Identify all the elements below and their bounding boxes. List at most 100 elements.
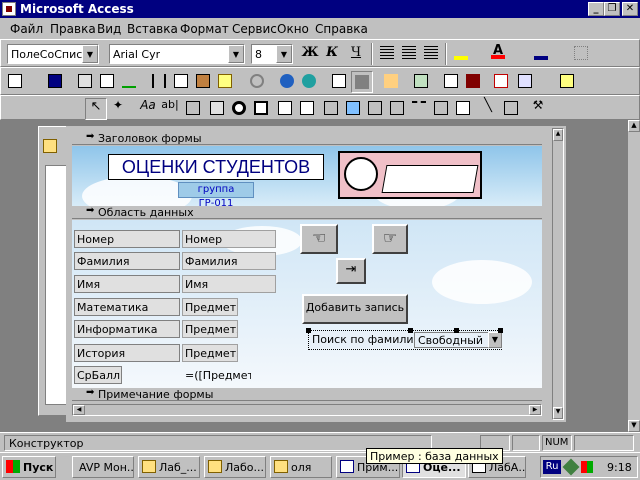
label-tool-icon[interactable]: Aa — [137, 98, 159, 120]
align-right-icon[interactable] — [421, 43, 443, 65]
field-subject3[interactable]: Предмет3 — [182, 344, 238, 362]
checkbox-icon[interactable] — [251, 98, 273, 120]
resize-handle[interactable] — [408, 328, 413, 333]
tray-icon[interactable] — [581, 461, 593, 473]
italic-button[interactable]: К — [321, 43, 343, 65]
more-controls-icon[interactable]: ⚒ — [527, 98, 549, 120]
menu-view[interactable]: Вид — [97, 22, 121, 36]
form-header-bar[interactable]: ➡ Заголовок формы — [72, 131, 542, 145]
chevron-down-icon[interactable]: ▼ — [228, 45, 244, 63]
resize-handle[interactable] — [306, 328, 311, 333]
database-window-icon[interactable] — [491, 71, 513, 93]
bound-object-icon[interactable] — [387, 98, 409, 120]
detail-section-bar[interactable]: ➡ Область данных — [72, 205, 542, 219]
unbound-object-icon[interactable] — [365, 98, 387, 120]
undo-icon[interactable] — [247, 71, 269, 93]
label-informatics[interactable]: Информатика — [74, 320, 180, 338]
task-olya[interactable]: оля — [270, 456, 332, 478]
form-vertical-scrollbar[interactable]: ▲ ▼ — [552, 128, 564, 420]
font-combo[interactable]: Arial Cyr ▼ — [109, 44, 245, 64]
menu-file[interactable]: Файл — [10, 22, 43, 36]
close-button[interactable]: ✕ — [622, 2, 638, 16]
build-icon[interactable] — [463, 71, 485, 93]
autoformat-icon[interactable] — [381, 71, 403, 93]
option-group-icon[interactable] — [183, 98, 205, 120]
font-size-combo[interactable]: 8 ▼ — [251, 44, 293, 64]
language-indicator[interactable]: Ru — [543, 460, 561, 474]
search-combo[interactable]: Свободный — [414, 332, 496, 348]
field-average-formula[interactable]: =([Предмет1] — [182, 366, 252, 384]
menu-help[interactable]: Справка — [315, 22, 368, 36]
workspace-vertical-scrollbar[interactable]: ▲ ▼ — [628, 120, 640, 432]
access-icon[interactable] — [2, 2, 16, 16]
fill-color-icon[interactable] — [451, 43, 473, 65]
print-icon[interactable] — [75, 71, 97, 93]
scroll-up-icon[interactable]: ▲ — [628, 120, 640, 132]
search-label[interactable]: Поиск по фамилии — [310, 332, 421, 348]
toggle-button-icon[interactable] — [207, 98, 229, 120]
form-footer-bar[interactable]: ➡ Примечание формы — [72, 387, 542, 401]
resize-handle[interactable] — [454, 328, 459, 333]
task-avp[interactable]: AVP Мон... — [72, 456, 134, 478]
font-color-icon[interactable]: A — [487, 43, 509, 65]
add-record-button[interactable]: Добавить запись — [302, 294, 408, 324]
menu-window[interactable]: Окно — [277, 22, 309, 36]
image-icon[interactable] — [343, 98, 365, 120]
detail-section[interactable]: Номер Номер Фамилия Фамилия Имя Имя Мате… — [72, 220, 542, 388]
form-title[interactable]: ОЦЕНКИ СТУДЕНТОВ — [108, 154, 324, 180]
menu-insert[interactable]: Вставка — [127, 22, 178, 36]
label-average[interactable]: СрБалл — [74, 366, 122, 384]
field-subject1[interactable]: Предмет1 — [182, 298, 238, 316]
help-icon[interactable] — [557, 71, 579, 93]
scroll-left-icon[interactable]: ◀ — [73, 405, 85, 415]
cut-icon[interactable] — [149, 71, 171, 93]
line-tool-icon[interactable]: ╲ — [477, 98, 499, 120]
next-record-button[interactable]: ☞ — [372, 224, 408, 254]
label-history[interactable]: История — [74, 344, 180, 362]
list-box-icon[interactable] — [297, 98, 319, 120]
book-clock-image[interactable] — [338, 151, 482, 199]
bold-button[interactable]: Ж — [299, 43, 321, 65]
close-form-button[interactable]: ⇥ — [336, 258, 366, 284]
align-left-icon[interactable] — [377, 43, 399, 65]
save-icon[interactable] — [45, 71, 67, 93]
label-math[interactable]: Математика — [74, 298, 180, 316]
select-objects-icon[interactable]: ↖ — [85, 98, 107, 120]
menu-format[interactable]: Формат — [180, 22, 229, 36]
align-center-icon[interactable] — [399, 43, 421, 65]
label-name[interactable]: Имя — [74, 275, 180, 293]
chevron-down-icon[interactable]: ▼ — [276, 45, 292, 63]
code-icon[interactable] — [411, 71, 433, 93]
label-surname[interactable]: Фамилия — [74, 252, 180, 270]
border-width-icon[interactable] — [571, 43, 593, 65]
minimize-button[interactable]: _ — [588, 2, 604, 16]
textbox-tool-icon[interactable]: ab| — [159, 98, 181, 120]
paste-icon[interactable] — [193, 71, 215, 93]
label-number[interactable]: Номер — [74, 230, 180, 248]
rectangle-tool-icon[interactable] — [501, 98, 523, 120]
toolbox-icon[interactable] — [351, 71, 373, 93]
format-painter-icon[interactable] — [215, 71, 237, 93]
menu-tools[interactable]: Сервис — [232, 22, 277, 36]
view-icon[interactable] — [5, 71, 27, 93]
hyperlink-icon[interactable] — [277, 71, 299, 93]
field-surname[interactable]: Фамилия — [182, 252, 276, 270]
form-horizontal-scrollbar[interactable]: ◀ ▶ — [72, 404, 542, 416]
start-button[interactable]: Пуск — [2, 456, 56, 478]
antivirus-icon[interactable] — [562, 458, 580, 476]
control-wizards-icon[interactable]: ✦ — [107, 98, 129, 120]
scroll-up-icon[interactable]: ▲ — [553, 129, 563, 141]
resize-handle[interactable] — [498, 328, 503, 333]
spelling-icon[interactable] — [119, 71, 141, 93]
field-subject2[interactable]: Предмет2 — [182, 320, 238, 338]
web-toolbar-icon[interactable] — [299, 71, 321, 93]
form-header-section[interactable]: ОЦЕНКИ СТУДЕНТОВ группа ГР-011 — [72, 146, 542, 206]
underline-button[interactable]: Ч — [345, 43, 367, 65]
scroll-right-icon[interactable]: ▶ — [529, 405, 541, 415]
option-button-icon[interactable] — [229, 98, 251, 120]
task-lab2[interactable]: Лабо... — [204, 456, 266, 478]
properties-icon[interactable] — [441, 71, 463, 93]
chevron-down-icon[interactable]: ▼ — [488, 332, 502, 348]
menu-edit[interactable]: Правка — [50, 22, 96, 36]
field-number[interactable]: Номер — [182, 230, 276, 248]
